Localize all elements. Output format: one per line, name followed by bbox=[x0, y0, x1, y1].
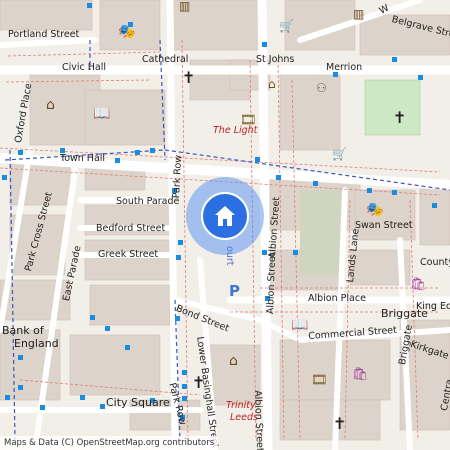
shopping-icon[interactable]: 🛒 bbox=[332, 148, 347, 160]
street-label-bedford-street: Bedford Street bbox=[96, 223, 166, 234]
street-label-county: County bbox=[420, 257, 450, 268]
place-label-leeds: Leeds bbox=[230, 412, 258, 423]
cinema-icon[interactable]: 🎞 bbox=[311, 374, 328, 387]
museum-icon[interactable]: ⌂ bbox=[268, 78, 276, 90]
theatre-icon[interactable]: 🎭 bbox=[118, 25, 135, 39]
map-canvas[interactable]: Portland Street Civic Hall Cathedral St … bbox=[0, 0, 450, 450]
street-label-albion-place: Albion Place bbox=[308, 293, 366, 304]
street-label-park-row: Park Row bbox=[171, 154, 185, 199]
place-label-england: England bbox=[14, 337, 59, 350]
street-label-civic-hall: Civic Hall bbox=[62, 62, 107, 73]
museum-icon[interactable]: ▥ bbox=[179, 0, 190, 12]
museum-icon[interactable]: ▥ bbox=[353, 8, 364, 20]
bus-station-icon[interactable]: ⚇ bbox=[316, 82, 327, 94]
library-icon[interactable]: 📖 bbox=[93, 107, 110, 121]
cinema-icon[interactable]: 🎞 bbox=[240, 114, 257, 127]
street-label-st-johns: St Johns bbox=[256, 54, 295, 65]
street-label-south-parade: South Parade bbox=[116, 196, 180, 207]
street-label-swan-street: Swan Street bbox=[355, 220, 413, 231]
museum-icon[interactable]: ⌂ bbox=[229, 354, 238, 368]
home-icon bbox=[215, 206, 235, 226]
map-attribution[interactable]: Maps & Data (C) OpenStreetMap.org contri… bbox=[0, 436, 219, 450]
shopping-icon[interactable]: 🛍 bbox=[352, 368, 369, 381]
street-label-portland-street: Portland Street bbox=[8, 29, 80, 40]
theatre-icon[interactable]: 🎭 bbox=[366, 203, 383, 217]
shopping-icon[interactable]: 🛒 bbox=[279, 20, 294, 32]
street-label-briggate: Briggate bbox=[381, 307, 428, 320]
church-icon[interactable]: ✝ bbox=[333, 416, 346, 432]
place-label-bank-of: Bank of bbox=[2, 324, 44, 337]
street-label-merrion: Merrion bbox=[326, 62, 363, 73]
church-icon[interactable]: ✝ bbox=[192, 375, 205, 391]
church-icon[interactable]: ✝ bbox=[393, 110, 406, 126]
place-label-trinity: Trinity bbox=[226, 400, 256, 411]
location-pin[interactable] bbox=[201, 192, 249, 240]
street-label-cathedral: Cathedral bbox=[142, 54, 189, 65]
street-label-city-square: City Square bbox=[106, 396, 170, 409]
street-label-albion-street-2: Albion Street bbox=[265, 252, 279, 315]
street-label-greek-street: Greek Street bbox=[98, 249, 159, 260]
library-icon[interactable]: 📖 bbox=[291, 318, 308, 332]
parking-icon[interactable]: P bbox=[229, 284, 240, 299]
street-label-town-hall: Town Hall bbox=[60, 153, 106, 164]
museum-icon[interactable]: ⌂ bbox=[46, 98, 55, 112]
church-icon[interactable]: ✝ bbox=[182, 70, 195, 86]
shopping-icon[interactable]: 🛍 bbox=[410, 278, 427, 291]
